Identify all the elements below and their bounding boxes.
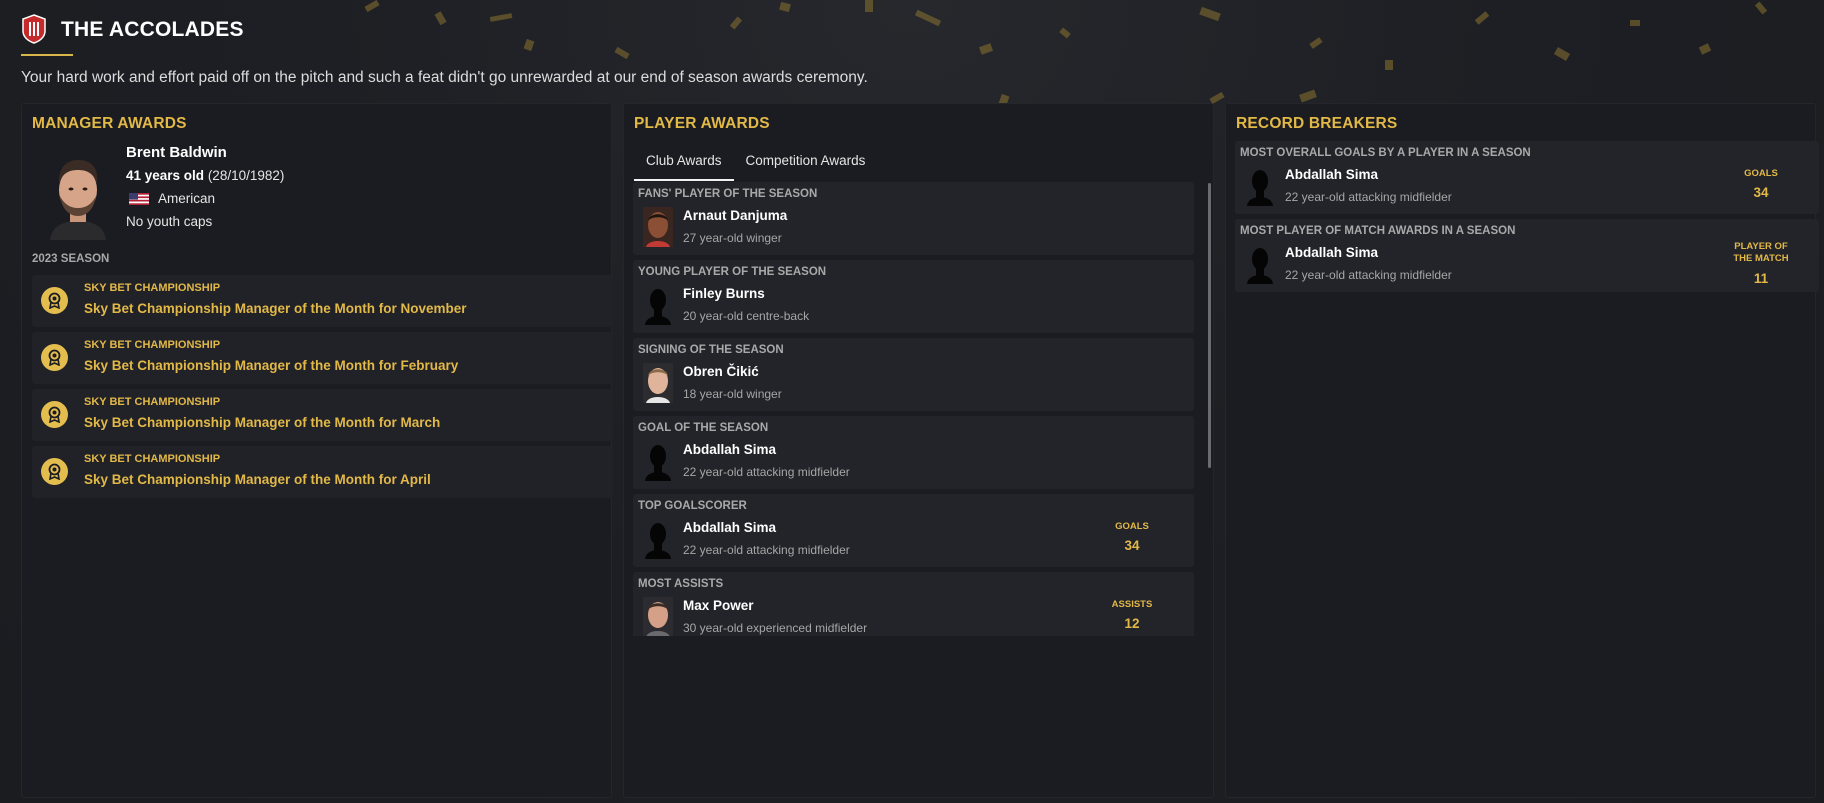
award-name[interactable]: Sky Bet Championship Manager of the Mont… <box>84 301 467 316</box>
manager-dob: (28/10/1982) <box>207 168 285 183</box>
player-silhouette-icon <box>645 289 671 325</box>
award-competition: SKY BET CHAMPIONSHIP <box>84 282 221 294</box>
player-award-card[interactable]: TOP GOALSCORER Abdallah Sima 22 year-old… <box>633 494 1194 567</box>
player-silhouette-icon <box>1247 248 1273 284</box>
panel-title: MANAGER AWARDS <box>32 115 187 132</box>
manager-award-item[interactable]: SKY BET CHAMPIONSHIP Sky Bet Championshi… <box>32 389 613 441</box>
award-name[interactable]: Sky Bet Championship Manager of the Mont… <box>84 415 440 430</box>
award-title: SIGNING OF THE SEASON <box>638 344 784 356</box>
player-silhouette-icon <box>645 523 671 559</box>
player-photo <box>643 363 673 403</box>
us-flag-icon <box>129 192 149 205</box>
manager-awards-panel: MANAGER AWARDS Brent Baldwin 41 years ol… <box>21 103 613 798</box>
manager-name[interactable]: Brent Baldwin <box>126 144 227 161</box>
panel-title: PLAYER AWARDS <box>634 115 770 132</box>
player-description: 20 year-old centre-back <box>683 309 810 323</box>
tab-competition-awards[interactable]: Competition Awards <box>734 146 878 181</box>
award-medal-icon <box>41 344 68 371</box>
player-name[interactable]: Abdallah Sima <box>683 520 776 535</box>
award-title: MOST ASSISTS <box>638 578 724 590</box>
record-title: MOST PLAYER OF MATCH AWARDS IN A SEASON <box>1240 225 1516 237</box>
stat-value: 34 <box>1124 538 1140 553</box>
player-description: 18 year-old winger <box>683 387 782 401</box>
player-description: 22 year-old attacking midfielder <box>683 465 850 479</box>
award-title: TOP GOALSCORER <box>638 500 747 512</box>
manager-age: 41 years old (28/10/1982) <box>126 168 284 183</box>
manager-age-years: 41 years old <box>126 168 205 183</box>
player-award-card[interactable]: SIGNING OF THE SEASON Obren Čikić 18 yea… <box>633 338 1194 411</box>
player-name[interactable]: Finley Burns <box>683 286 765 301</box>
player-name[interactable]: Obren Čikić <box>683 364 759 379</box>
player-award-card[interactable]: GOAL OF THE SEASON Abdallah Sima 22 year… <box>633 416 1194 489</box>
player-description: 22 year-old attacking midfielder <box>1285 268 1452 282</box>
player-award-card[interactable]: FANS' PLAYER OF THE SEASON Arnaut Danjum… <box>633 182 1194 255</box>
stat-value: 12 <box>1124 616 1140 631</box>
page-title: THE ACCOLADES <box>61 18 244 41</box>
player-awards-panel: PLAYER AWARDS Club Awards Competition Aw… <box>623 103 1214 798</box>
stat-value: 34 <box>1753 185 1769 200</box>
award-title: YOUNG PLAYER OF THE SEASON <box>638 266 827 278</box>
stat-label: PLAYER OF THE MATCH <box>1733 241 1789 264</box>
title-underline <box>21 54 73 56</box>
player-name[interactable]: Abdallah Sima <box>1285 167 1378 182</box>
stat-label: ASSISTS <box>1111 599 1153 610</box>
manager-youth-caps: No youth caps <box>126 214 213 229</box>
club-crest-icon <box>22 14 46 44</box>
player-silhouette-icon <box>645 445 671 481</box>
award-title: GOAL OF THE SEASON <box>638 422 769 434</box>
award-competition: SKY BET CHAMPIONSHIP <box>84 339 221 351</box>
award-medal-icon <box>41 287 68 314</box>
award-competition: SKY BET CHAMPIONSHIP <box>84 396 221 408</box>
award-medal-icon <box>41 458 68 485</box>
player-name[interactable]: Arnaut Danjuma <box>683 208 787 223</box>
stat-value: 11 <box>1753 271 1769 286</box>
player-description: 22 year-old attacking midfielder <box>683 543 850 557</box>
player-awards-list[interactable]: FANS' PLAYER OF THE SEASON Arnaut Danjum… <box>633 182 1217 636</box>
player-photo <box>643 597 673 636</box>
record-title: MOST OVERALL GOALS BY A PLAYER IN A SEAS… <box>1240 147 1531 159</box>
player-description: 30 year-old experienced midfielder <box>683 621 868 635</box>
stat-label: GOALS <box>1115 521 1149 532</box>
award-title: FANS' PLAYER OF THE SEASON <box>638 188 818 200</box>
award-medal-icon <box>41 401 68 428</box>
stat-label: GOALS <box>1744 168 1778 179</box>
player-photo <box>643 207 673 247</box>
manager-award-item[interactable]: SKY BET CHAMPIONSHIP Sky Bet Championshi… <box>32 446 613 498</box>
manager-award-item[interactable]: SKY BET CHAMPIONSHIP Sky Bet Championshi… <box>32 332 613 384</box>
award-competition: SKY BET CHAMPIONSHIP <box>84 453 221 465</box>
award-name[interactable]: Sky Bet Championship Manager of the Mont… <box>84 472 431 487</box>
record-breakers-panel: RECORD BREAKERS MOST OVERALL GOALS BY A … <box>1225 103 1819 798</box>
award-tabs: Club Awards Competition Awards <box>634 146 877 181</box>
scrollbar[interactable] <box>1208 183 1211 468</box>
manager-award-item[interactable]: SKY BET CHAMPIONSHIP Sky Bet Championshi… <box>32 275 613 327</box>
player-award-card[interactable]: MOST ASSISTS Max Power 30 year-old exper… <box>633 572 1194 636</box>
page-subtitle: Your hard work and effort paid off on th… <box>21 69 868 86</box>
player-name[interactable]: Abdallah Sima <box>683 442 776 457</box>
panel-title: RECORD BREAKERS <box>1236 115 1398 132</box>
player-description: 27 year-old winger <box>683 231 782 245</box>
player-description: 22 year-old attacking midfielder <box>1285 190 1452 204</box>
record-card[interactable]: MOST OVERALL GOALS BY A PLAYER IN A SEAS… <box>1235 141 1819 214</box>
player-name[interactable]: Abdallah Sima <box>1285 245 1378 260</box>
season-label: 2023 SEASON <box>32 253 110 265</box>
player-award-card[interactable]: YOUNG PLAYER OF THE SEASON Finley Burns … <box>633 260 1194 333</box>
record-card[interactable]: MOST PLAYER OF MATCH AWARDS IN A SEASON … <box>1235 219 1819 292</box>
manager-nationality: American <box>126 191 215 206</box>
player-silhouette-icon <box>1247 170 1273 206</box>
manager-photo <box>50 160 106 240</box>
award-name[interactable]: Sky Bet Championship Manager of the Mont… <box>84 358 458 373</box>
nationality-label: American <box>158 191 216 206</box>
tab-club-awards[interactable]: Club Awards <box>634 146 734 181</box>
player-name[interactable]: Max Power <box>683 598 754 613</box>
